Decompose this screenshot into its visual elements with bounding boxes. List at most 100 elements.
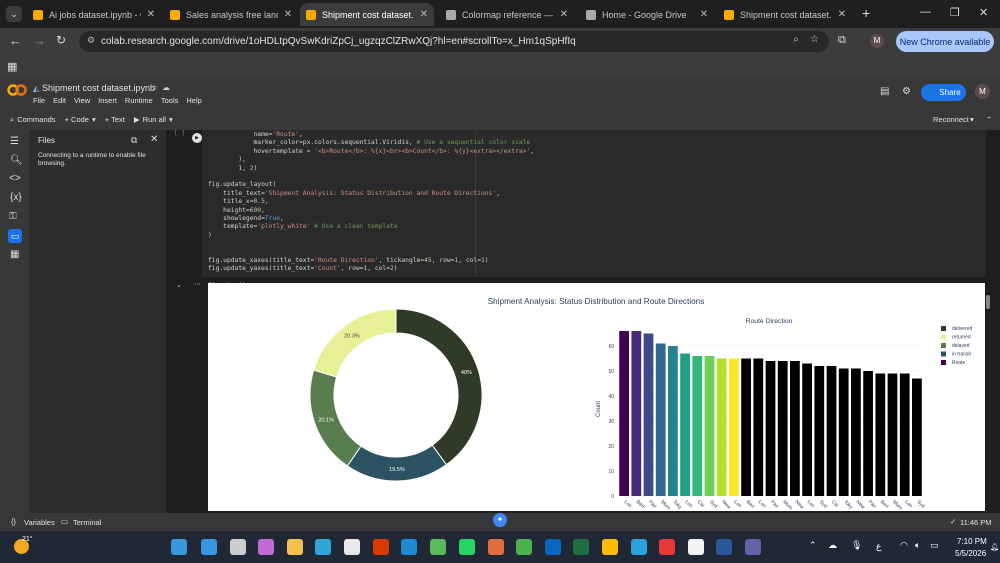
tab-close-icon[interactable]: ✕ — [147, 9, 155, 20]
open-in-tab-icon[interactable]: ⧉ — [131, 135, 137, 146]
terminal-icon[interactable]: ▭ — [61, 517, 68, 526]
notebook-scrollbar[interactable] — [986, 295, 990, 309]
spark-app-icon[interactable] — [488, 539, 504, 555]
chrome-icon[interactable] — [602, 539, 618, 555]
bar[interactable] — [777, 361, 788, 496]
bar[interactable] — [826, 366, 837, 496]
bar[interactable] — [631, 331, 642, 496]
legend-swatch[interactable] — [941, 326, 946, 331]
minimize-icon[interactable]: — — [920, 6, 931, 18]
word-icon[interactable] — [716, 539, 732, 555]
wifi-icon[interactable]: ◠ — [900, 540, 908, 551]
teams-icon[interactable] — [745, 539, 761, 555]
mic-muted-icon[interactable]: 🎙︎ — [851, 540, 862, 551]
commands-search-icon[interactable]: ⌕ — [10, 115, 14, 125]
site-info-icon[interactable]: ⚙ — [87, 35, 95, 46]
commands-button[interactable]: Commands — [17, 115, 55, 124]
legend-swatch[interactable] — [941, 351, 946, 357]
telegram-icon[interactable] — [631, 539, 647, 555]
tab-close-icon[interactable]: ✕ — [420, 9, 428, 20]
vscode-icon[interactable] — [401, 539, 417, 555]
add-code-dropdown-icon[interactable]: ▾ — [92, 115, 96, 124]
variables-button[interactable]: Variables — [24, 518, 55, 527]
tab-close-icon[interactable]: ✕ — [700, 9, 708, 20]
file-explorer-icon[interactable] — [287, 539, 303, 555]
browser-tab[interactable]: Ai jobs dataset.ipynb - Col ✕ — [27, 3, 161, 26]
browser-tab[interactable]: Home - Google Drive ✕ — [580, 3, 714, 26]
legend-swatch[interactable] — [941, 334, 946, 340]
start-icon[interactable] — [171, 539, 187, 555]
pdf-app-icon[interactable] — [659, 539, 675, 555]
whatsapp-icon[interactable] — [459, 539, 475, 555]
variables-icon[interactable]: {} — [11, 517, 16, 526]
task-view-icon[interactable] — [230, 539, 246, 555]
browser-tab[interactable]: Colormap reference — Ma ✕ — [440, 3, 574, 26]
donut-chart[interactable]: 40% 19.5% 20.1% 20.3% — [309, 308, 483, 482]
menu-item-runtime[interactable]: Runtime — [125, 96, 153, 105]
run-all-button[interactable]: Run all — [143, 115, 166, 124]
bar[interactable] — [899, 373, 910, 497]
collapse-header-icon[interactable]: ⌃ — [986, 115, 992, 124]
browser-tab[interactable]: Shipment cost dataset.ipyn ✕ — [300, 3, 434, 26]
notebook-title[interactable]: Shipment cost dataset.ipynb — [42, 83, 155, 93]
zoom-icon[interactable]: ⌕ — [793, 34, 799, 45]
bar[interactable] — [704, 356, 715, 496]
menu-item-help[interactable]: Help — [186, 96, 201, 105]
legend-label[interactable]: delivered — [952, 326, 973, 332]
plot-svg[interactable]: Shipment Analysis: Status Distribution a… — [208, 283, 985, 511]
clock-date[interactable]: 5/5/2026 — [955, 549, 986, 558]
bar[interactable] — [619, 331, 629, 496]
chrome-app-icon[interactable] — [516, 539, 532, 555]
bar[interactable] — [814, 366, 825, 496]
bar[interactable] — [692, 356, 703, 496]
browser-tab[interactable]: Sales analysis free lance - ✕ — [164, 3, 298, 26]
pie-slice-delivered[interactable] — [395, 308, 483, 466]
bar[interactable] — [790, 361, 800, 496]
legend-label[interactable]: delayed — [952, 343, 970, 349]
bar[interactable] — [655, 343, 666, 497]
bar[interactable] — [912, 378, 922, 497]
settings-gear-icon[interactable]: ⚙ — [902, 86, 911, 97]
menu-item-view[interactable]: View — [74, 96, 90, 105]
bar[interactable] — [716, 358, 727, 497]
new-chrome-available-button[interactable]: New Chrome available — [896, 31, 994, 52]
menu-item-insert[interactable]: Insert — [98, 96, 117, 105]
bar[interactable] — [863, 371, 873, 496]
tab-close-icon[interactable]: ✕ — [838, 9, 846, 20]
run-cell-button[interactable]: ▶ — [192, 133, 202, 143]
run-all-play-icon[interactable]: ▶ — [134, 115, 140, 124]
add-code-button[interactable]: + Code — [65, 115, 89, 124]
bookmark-star-icon[interactable]: ☆ — [810, 34, 819, 45]
linkedin-icon[interactable] — [545, 539, 561, 555]
legend-label[interactable]: in transit — [952, 352, 972, 358]
bar[interactable] — [729, 358, 739, 497]
files-folder-icon[interactable]: ▭ — [8, 229, 22, 243]
colab-logo[interactable] — [7, 84, 27, 96]
restore-icon[interactable]: ❐ — [950, 6, 960, 19]
close-files-panel-icon[interactable]: ✕ — [150, 134, 158, 145]
pie-slice-in-transit[interactable] — [346, 444, 448, 482]
close-window-icon[interactable]: ✕ — [979, 6, 988, 19]
table-of-contents-icon[interactable]: ☰ — [10, 136, 19, 147]
edge-icon[interactable] — [315, 539, 331, 555]
bar[interactable] — [643, 333, 654, 497]
legend[interactable]: delivered returned delayed in transit Route — [941, 326, 973, 366]
output-menu-icon[interactable]: ⋯ — [194, 280, 201, 288]
new-tab-button[interactable]: + — [862, 5, 870, 21]
bar[interactable] — [753, 358, 764, 497]
apps-grid-icon[interactable]: ▦ — [7, 60, 17, 73]
star-icon[interactable]: ☆ — [151, 83, 158, 92]
terminal-button[interactable]: Terminal — [73, 518, 101, 527]
legend-swatch[interactable] — [941, 360, 946, 365]
reconnect-dropdown-icon[interactable]: ▾ — [970, 115, 974, 124]
pie-slice-returned[interactable] — [313, 308, 397, 378]
back-icon[interactable]: ← — [9, 33, 22, 48]
share-button[interactable]: 👤 Share — [921, 84, 966, 101]
chrome-menu-icon[interactable]: ⋮ — [986, 34, 996, 45]
tab-close-icon[interactable]: ✕ — [560, 9, 568, 20]
notion-icon[interactable] — [688, 539, 704, 555]
bar[interactable] — [887, 373, 898, 497]
app-ring-icon[interactable] — [430, 539, 446, 555]
gemini-fab-button[interactable]: ✦ — [493, 513, 507, 527]
bar[interactable] — [765, 361, 776, 496]
